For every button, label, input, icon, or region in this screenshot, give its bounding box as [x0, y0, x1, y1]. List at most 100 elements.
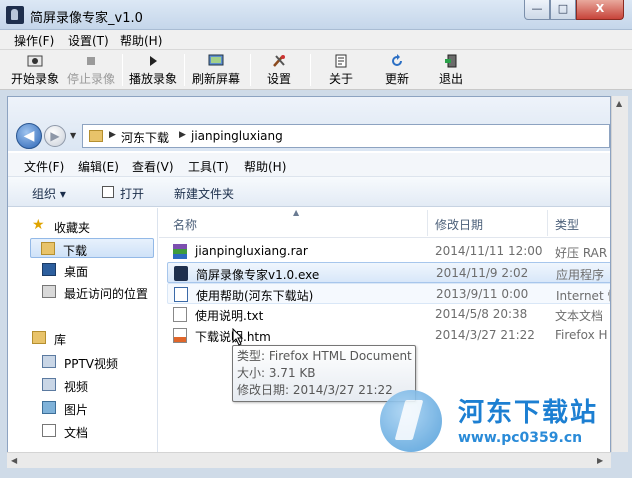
- menu-help[interactable]: 帮助(H): [120, 32, 162, 49]
- nav-label: 文档: [64, 426, 89, 440]
- forward-button[interactable]: ▶: [44, 125, 66, 147]
- horizontal-scrollbar[interactable]: ◀ ▶: [7, 452, 611, 468]
- window-title: 简屏录像专家_v1.0: [30, 11, 143, 26]
- nav-label: 库: [54, 333, 67, 347]
- nav-downloads[interactable]: 下载: [30, 238, 154, 258]
- nav-favorites[interactable]: ★ 收藏夹: [8, 216, 158, 236]
- nav-label: 最近访问的位置: [64, 287, 149, 301]
- column-divider[interactable]: [427, 210, 428, 236]
- libraries-icon: [32, 331, 46, 344]
- scroll-left-icon[interactable]: ◀: [11, 456, 17, 465]
- update-button[interactable]: 更新: [378, 52, 416, 88]
- table-row[interactable]: 简屏录像专家v1.0.exe 2014/11/9 2:02 应用程序: [167, 262, 610, 283]
- file-date: 2014/5/8 20:38: [435, 307, 528, 321]
- play-icon: [150, 56, 157, 66]
- settings-label: 设置: [266, 72, 291, 86]
- start-record-button[interactable]: 开始录象: [8, 52, 62, 88]
- menu-tools[interactable]: 工具(T): [188, 158, 229, 175]
- video-library-icon: [42, 378, 56, 391]
- table-row[interactable]: jianpingluxiang.rar 2014/11/11 12:00 好压 …: [167, 241, 610, 262]
- scroll-up-icon[interactable]: ▲: [616, 99, 622, 108]
- column-header-row: ▲ 名称 修改日期 类型: [159, 208, 610, 238]
- nav-label: 视频: [64, 380, 89, 394]
- explorer-menu-bar: 文件(F) 编辑(E) 查看(V) 工具(T) 帮助(H): [8, 153, 610, 177]
- refresh-icon: [392, 54, 402, 66]
- stop-record-button[interactable]: 停止录像: [64, 52, 118, 88]
- pictures-icon: [42, 401, 56, 414]
- menu-file[interactable]: 文件(F): [24, 158, 64, 175]
- app-icon: [6, 6, 24, 24]
- nav-label: 下载: [63, 244, 88, 258]
- nav-label: 桌面: [64, 265, 89, 279]
- table-row[interactable]: 使用帮助(河东下载站) 2013/9/11 0:00 Internet 快: [167, 283, 610, 304]
- update-label: 更新: [384, 72, 409, 86]
- address-field[interactable]: ▶ 河东下载 ▶ jianpingluxiang: [82, 124, 610, 148]
- about-label: 关于: [328, 72, 353, 86]
- table-row[interactable]: 使用说明.txt 2014/5/8 20:38 文本文档: [167, 304, 610, 325]
- menu-settings[interactable]: 设置(T): [68, 32, 109, 49]
- tooltip-size: 大小: 3.71 KB: [237, 366, 316, 380]
- text-file-icon: [173, 307, 187, 322]
- html-file-icon: [173, 328, 187, 343]
- nav-label: PPTV视频: [64, 357, 119, 371]
- column-name[interactable]: 名称: [173, 216, 197, 233]
- toolbar: 开始录象 停止录像 播放录象 刷新屏幕 设置 关于 更新 退出: [0, 50, 632, 90]
- nav-videos[interactable]: 视频: [8, 375, 158, 395]
- exit-door-icon: [445, 54, 457, 68]
- column-divider[interactable]: [547, 210, 548, 236]
- file-date: 2014/11/11 12:00: [435, 244, 543, 258]
- watermark-brand: 河东下载站: [458, 398, 599, 428]
- menu-explorer-help[interactable]: 帮助(H): [244, 158, 286, 175]
- refresh-screen-label: 刷新屏幕: [191, 72, 240, 86]
- nav-documents[interactable]: 文档: [8, 421, 158, 441]
- open-icon: [102, 186, 114, 198]
- vertical-scrollbar[interactable]: ▲: [611, 96, 628, 452]
- nav-label: 收藏夹: [54, 221, 91, 235]
- file-type: Internet 快: [556, 289, 610, 303]
- scroll-right-icon[interactable]: ▶: [597, 456, 603, 465]
- toolbar-separator: [184, 54, 185, 86]
- nav-desktop[interactable]: 桌面: [8, 260, 158, 280]
- play-record-label: 播放录象: [128, 72, 177, 86]
- shortcut-icon: [174, 287, 188, 302]
- tools-icon: [273, 55, 285, 67]
- menu-bar: 操作(F) 设置(T) 帮助(H): [0, 30, 632, 50]
- file-type: 应用程序: [556, 268, 605, 282]
- screen-icon: [208, 54, 224, 66]
- chevron-right-icon: ▶: [109, 130, 116, 140]
- play-record-button[interactable]: 播放录象: [126, 52, 180, 88]
- file-name: 简屏录像专家v1.0.exe: [196, 268, 320, 282]
- navigation-pane: ★ 收藏夹 下载 桌面 最近访问的位置 库 PPTV视频 视频 图片 文档: [8, 208, 158, 467]
- column-date[interactable]: 修改日期: [435, 216, 483, 233]
- open-button[interactable]: 打开: [120, 185, 144, 202]
- about-button[interactable]: 关于: [322, 52, 360, 88]
- nav-libraries[interactable]: 库: [8, 328, 158, 348]
- organize-button[interactable]: 组织 ▾: [32, 185, 66, 202]
- exit-button[interactable]: 退出: [432, 52, 470, 88]
- video-library-icon: [42, 355, 56, 368]
- stop-record-label: 停止录像: [66, 72, 115, 86]
- back-button[interactable]: ◀: [16, 123, 42, 149]
- maximize-button[interactable]: □: [550, 0, 576, 20]
- menu-edit[interactable]: 编辑(E): [78, 158, 119, 175]
- refresh-screen-button[interactable]: 刷新屏幕: [188, 52, 244, 88]
- watermark-logo: [380, 390, 442, 452]
- settings-button[interactable]: 设置: [260, 52, 298, 88]
- nav-recent-places[interactable]: 最近访问的位置: [8, 282, 158, 302]
- breadcrumb-item[interactable]: jianpingluxiang: [191, 129, 283, 143]
- documents-icon: [42, 424, 56, 437]
- exit-label: 退出: [438, 72, 463, 86]
- menu-view[interactable]: 查看(V): [132, 158, 174, 175]
- recent-pages-dropdown[interactable]: ▼: [70, 131, 76, 140]
- nav-pictures[interactable]: 图片: [8, 398, 158, 418]
- nav-pptv[interactable]: PPTV视频: [8, 352, 158, 372]
- column-type[interactable]: 类型: [555, 216, 579, 233]
- minimize-button[interactable]: —: [524, 0, 550, 20]
- sort-up-icon: ▲: [293, 208, 300, 217]
- menu-operate[interactable]: 操作(F): [14, 32, 54, 49]
- breadcrumb-item[interactable]: 河东下载: [121, 129, 169, 146]
- file-name: 使用帮助(河东下载站): [196, 289, 314, 303]
- file-date: 2013/9/11 0:00: [436, 287, 529, 301]
- new-folder-button[interactable]: 新建文件夹: [174, 185, 234, 202]
- close-button[interactable]: X: [576, 0, 624, 20]
